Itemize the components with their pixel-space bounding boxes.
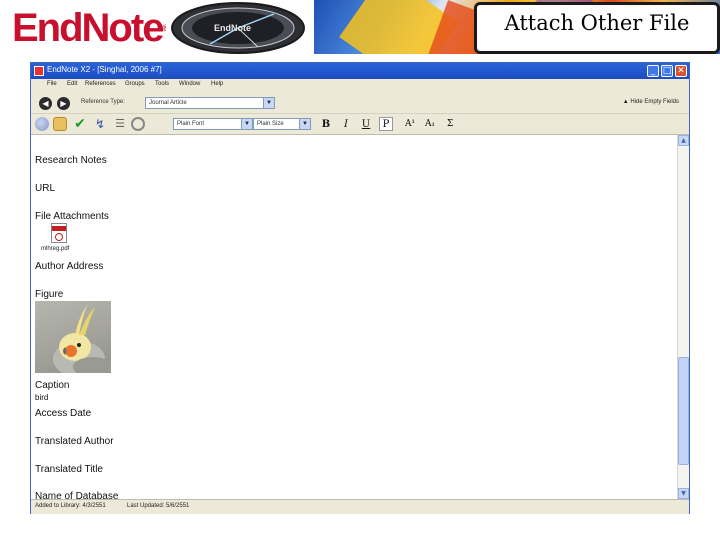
checkmark-icon[interactable]: ✔ <box>73 117 87 131</box>
slide-title: Attach Other File <box>504 11 690 35</box>
forward-arrow-icon[interactable]: ▶ <box>57 97 70 110</box>
chevron-down-icon: ▼ <box>299 119 310 129</box>
scrollbar-thumb[interactable] <box>678 357 689 465</box>
reference-fields-panel[interactable]: Research Notes URL File Attachments mlhr… <box>31 135 677 499</box>
minimize-button[interactable]: _ <box>647 65 659 77</box>
endnote-clock-graphic: EndNote <box>166 0 310 54</box>
menu-tools[interactable]: Tools <box>155 81 169 87</box>
maximize-button[interactable]: □ <box>661 65 673 77</box>
field-label-translated-author: Translated Author <box>35 436 114 447</box>
globe-icon[interactable] <box>35 117 49 131</box>
menu-window[interactable]: Window <box>179 81 200 87</box>
field-label-research-notes: Research Notes <box>35 155 107 166</box>
superscript-button[interactable]: A¹ <box>403 118 417 131</box>
field-label-file-attachments: File Attachments <box>35 211 109 222</box>
link-icon[interactable]: ↯ <box>93 117 107 131</box>
slide-banner: EndNote® EndNote Attach Other File <box>0 0 720 56</box>
hide-empty-fields-button[interactable]: ▲ Hide Empty Fields <box>623 99 679 105</box>
symbol-button[interactable]: Σ <box>443 118 457 131</box>
underline-button[interactable]: U <box>359 118 373 131</box>
attachment-filename[interactable]: mlhreg.pdf <box>41 246 69 252</box>
window-title: EndNote X2 - [Singhal, 2006 #7] <box>47 65 162 74</box>
italic-button[interactable]: I <box>339 118 353 131</box>
status-bar: Added to Library: 4/3/2551 Last Updated:… <box>31 499 689 514</box>
menu-references[interactable]: References <box>85 81 116 87</box>
figure-image[interactable] <box>35 301 111 373</box>
bold-button[interactable]: B <box>319 118 333 131</box>
reference-type-select[interactable]: Journal Article ▼ <box>145 97 275 109</box>
folder-icon[interactable] <box>53 117 67 131</box>
menu-edit[interactable]: Edit <box>67 81 77 87</box>
menu-bar: File Edit References Groups Tools Window… <box>31 79 689 93</box>
field-label-figure: Figure <box>35 289 64 300</box>
menu-groups[interactable]: Groups <box>125 81 145 87</box>
endnote-app-icon <box>34 66 44 76</box>
field-label-translated-title: Translated Title <box>35 464 103 475</box>
status-added-date: Added to Library: 4/3/2551 <box>35 503 106 509</box>
vertical-scrollbar[interactable]: ▲ ▼ <box>677 135 689 499</box>
field-value-caption[interactable]: bird <box>35 393 48 402</box>
subscript-button[interactable]: A₁ <box>423 118 437 131</box>
field-label-url: URL <box>35 183 56 194</box>
list-icon[interactable]: ☰ <box>113 117 127 131</box>
menu-file[interactable]: File <box>47 81 57 87</box>
reference-type-label: Reference Type: <box>81 99 125 105</box>
cockatiel-image <box>53 305 111 373</box>
close-button[interactable]: ✕ <box>675 65 687 77</box>
scroll-up-arrow-icon[interactable]: ▲ <box>678 135 689 146</box>
scroll-down-arrow-icon[interactable]: ▼ <box>678 488 689 499</box>
slide-title-box: Attach Other File <box>474 2 720 54</box>
reference-toolbar: ◀ ▶ Reference Type: Journal Article ▼ ▲ … <box>31 93 689 114</box>
chevron-down-icon: ▼ <box>241 119 252 129</box>
status-updated-date: Last Updated: 5/6/2551 <box>127 503 190 509</box>
chevron-down-icon: ▼ <box>263 98 274 108</box>
back-arrow-icon[interactable]: ◀ <box>39 97 52 110</box>
font-select[interactable]: Plain Font ▼ <box>173 118 253 130</box>
field-label-name-of-database: Name of Database <box>35 491 119 499</box>
window-titlebar[interactable]: EndNote X2 - [Singhal, 2006 #7] _ □ ✕ <box>31 63 689 79</box>
endnote-window: EndNote X2 - [Singhal, 2006 #7] _ □ ✕ Fi… <box>30 62 690 514</box>
svg-text:EndNote: EndNote <box>214 23 251 33</box>
field-label-caption: Caption <box>35 380 70 391</box>
size-select[interactable]: Plain Size ▼ <box>253 118 311 130</box>
pdf-file-icon[interactable] <box>51 223 67 243</box>
plain-button[interactable]: P <box>379 117 393 131</box>
field-label-access-date: Access Date <box>35 408 92 419</box>
endnote-logo: EndNote® <box>12 6 170 50</box>
gear-icon[interactable] <box>131 117 145 131</box>
menu-help[interactable]: Help <box>211 81 223 87</box>
format-toolbar: ✔ ↯ ☰ Plain Font ▼ Plain Size ▼ B I U P … <box>31 114 689 135</box>
field-label-author-address: Author Address <box>35 261 104 272</box>
